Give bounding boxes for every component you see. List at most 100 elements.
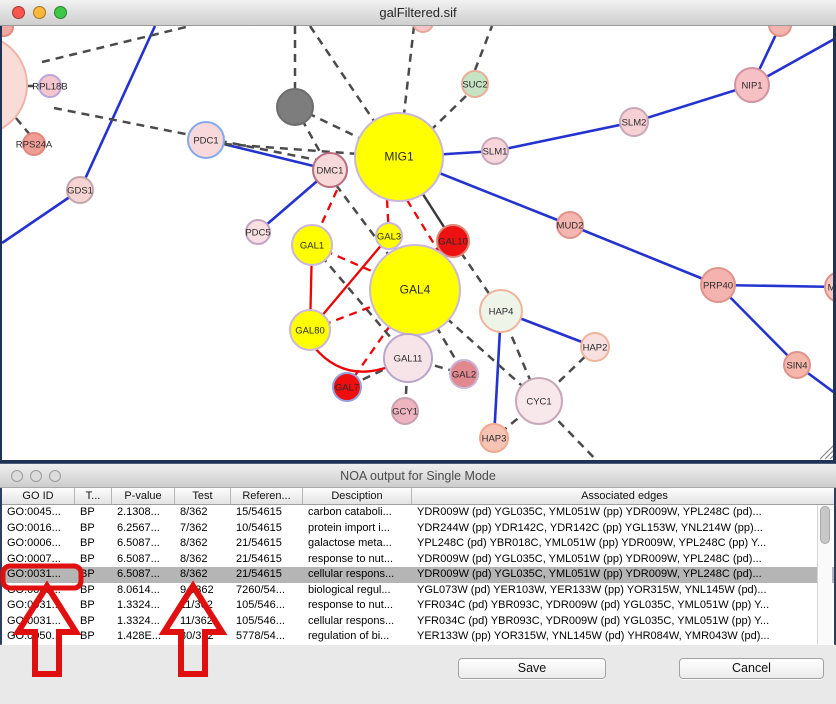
table-cell: GO:0050... (2, 629, 75, 645)
table-cell: 1.428E... (112, 629, 175, 645)
table-cell: 21/54615 (231, 536, 303, 552)
table-row[interactable]: GO:0031...BP1.3324...11/362105/546...res… (2, 598, 834, 614)
table-cell: YGL073W (pd) YER103W, YER133W (pp) YOR31… (412, 583, 836, 599)
graph-edge[interactable] (310, 26, 374, 121)
noa-window-title: NOA output for Single Mode (0, 464, 836, 488)
table-cell: 8.0614... (112, 583, 175, 599)
graph-edge[interactable] (634, 85, 752, 122)
vertical-scrollbar[interactable] (817, 505, 832, 644)
node-label: SUC2 (462, 80, 487, 91)
table-cell: 8/362 (175, 567, 231, 583)
node-label: MSL1 (828, 283, 833, 294)
node-label: HAP4 (489, 307, 514, 318)
column-header-test[interactable]: Test (175, 488, 231, 504)
network-window-titlebar[interactable]: galFiltered.sif (0, 0, 836, 26)
column-header-pvalue[interactable]: P-value (112, 488, 175, 504)
graph-edge[interactable] (495, 122, 634, 151)
column-header-associatededges[interactable]: Associated edges (412, 488, 836, 504)
column-header-referen[interactable]: Referen... (231, 488, 303, 504)
node-label: SLM1 (483, 147, 508, 158)
table-cell: BP (75, 505, 112, 521)
button-bar: Save Cancel (0, 646, 836, 704)
table-cell: 10/54615 (231, 521, 303, 537)
table-cell: 1.3324... (112, 614, 175, 630)
table-cell: 7/362 (175, 521, 231, 537)
table-cell: 6.5087... (112, 567, 175, 583)
table-row[interactable]: GO:0050...BP1.428E...80/3625778/54...reg… (2, 629, 834, 645)
node-label: GAL4 (400, 283, 431, 297)
graph-edge[interactable] (475, 26, 492, 70)
table-cell: 8/362 (175, 552, 231, 568)
table-cell: BP (75, 598, 112, 614)
table-cell: YDR244W (pp) YDR142C, YDR142C (pp) YGL15… (412, 521, 836, 537)
table-cell: GO:0031... (2, 598, 75, 614)
table-cell: YFR034C (pd) YBR093C, YDR009W (pd) YGL03… (412, 614, 836, 630)
table-cell: YDR009W (pd) YGL035C, YML051W (pp) YDR00… (412, 552, 836, 568)
graph-edge[interactable] (2, 26, 155, 243)
table-cell: YFR034C (pd) YBR093C, YDR009W (pd) YGL03… (412, 598, 836, 614)
network-canvas[interactable]: RPL18BRPS24AGDS1PDC1MIG1DMC1SUC2SLM1SLM2… (2, 26, 833, 460)
table-cell: BP (75, 629, 112, 645)
graph-node[interactable] (413, 26, 433, 32)
table-cell: 105/546... (231, 614, 303, 630)
column-header-t[interactable]: T... (75, 488, 112, 504)
node-label: GAL2 (452, 370, 476, 381)
table-cell: biological regul... (303, 583, 412, 599)
table-header-row[interactable]: GO IDT...P-valueTestReferen...Desciption… (2, 488, 834, 505)
table-row[interactable]: GO:0045...BP2.1308...8/36215/54615carbon… (2, 505, 834, 521)
table-row-selected[interactable]: GO:0031...BP6.5087...8/36221/54615cellul… (2, 567, 834, 583)
node-label: GAL11 (394, 354, 423, 365)
node-label: MUD2 (557, 221, 584, 232)
table-row[interactable]: GO:0007...BP6.5087...8/36221/54615respon… (2, 552, 834, 568)
table-cell: GO:0006... (2, 536, 75, 552)
table-cell: GO:0031... (2, 567, 75, 583)
network-graph: RPL18BRPS24AGDS1PDC1MIG1DMC1SUC2SLM1SLM2… (2, 26, 833, 460)
graph-edge[interactable] (830, 454, 833, 459)
table-row[interactable]: GO:0016...BP6.2567...7/36210/54615protei… (2, 521, 834, 537)
node-label: CYC1 (526, 397, 551, 408)
table-row[interactable]: GO:0031...BP1.3324...11/362105/546...cel… (2, 614, 834, 630)
graph-node[interactable] (2, 26, 13, 36)
column-header-goid[interactable]: GO ID (2, 488, 75, 504)
table-cell: GO:0016... (2, 521, 75, 537)
node-label: DMC1 (317, 166, 344, 177)
table-cell: 21/54615 (231, 552, 303, 568)
node-label: NIP1 (741, 81, 762, 92)
table-body: GO:0045...BP2.1308...8/36215/54615carbon… (2, 505, 834, 645)
table-cell: GO:0045... (2, 505, 75, 521)
column-header-desciption[interactable]: Desciption (303, 488, 412, 504)
node-label: GDS1 (67, 186, 93, 197)
graph-node[interactable] (2, 35, 27, 135)
scrollbar-thumb[interactable] (820, 506, 830, 544)
graph-edge[interactable] (404, 26, 414, 114)
table-row[interactable]: GO:0006...BP6.5087...8/36221/54615galact… (2, 536, 834, 552)
graph-node[interactable] (769, 26, 791, 36)
table-cell: YPL248C (pd) YBR018C, YML051W (pp) YDR00… (412, 536, 836, 552)
table-cell: response to nut... (303, 552, 412, 568)
noa-output-window: NOA output for Single Mode GO IDT...P-va… (0, 463, 836, 704)
graph-edge[interactable] (570, 225, 718, 285)
table-cell: 6.5087... (112, 536, 175, 552)
table-cell: BP (75, 536, 112, 552)
table-cell: BP (75, 583, 112, 599)
graph-edge[interactable] (42, 26, 190, 62)
node-label: GCY1 (392, 407, 418, 418)
table-cell: 8/362 (175, 536, 231, 552)
table-row[interactable]: GO:0065...BP8.0614...94/3627260/54...bio… (2, 583, 834, 599)
graph-node[interactable] (277, 89, 313, 125)
network-window-title: galFiltered.sif (0, 0, 836, 26)
table-cell: 8/362 (175, 505, 231, 521)
table-cell: GO:0031... (2, 614, 75, 630)
noa-window-titlebar[interactable]: NOA output for Single Mode (0, 463, 836, 488)
table-cell: 94/362 (175, 583, 231, 599)
save-button[interactable]: Save (458, 658, 606, 679)
table-cell: 2.1308... (112, 505, 175, 521)
node-label: GAL10 (438, 237, 468, 248)
desktop: RPL18BRPS24AGDS1PDC1MIG1DMC1SUC2SLM1SLM2… (0, 0, 836, 704)
node-label: GAL3 (377, 232, 401, 243)
table-cell: BP (75, 614, 112, 630)
graph-edge[interactable] (432, 96, 466, 129)
cancel-button[interactable]: Cancel (679, 658, 824, 679)
node-label: GAL80 (295, 326, 325, 337)
table-cell: response to nut... (303, 598, 412, 614)
